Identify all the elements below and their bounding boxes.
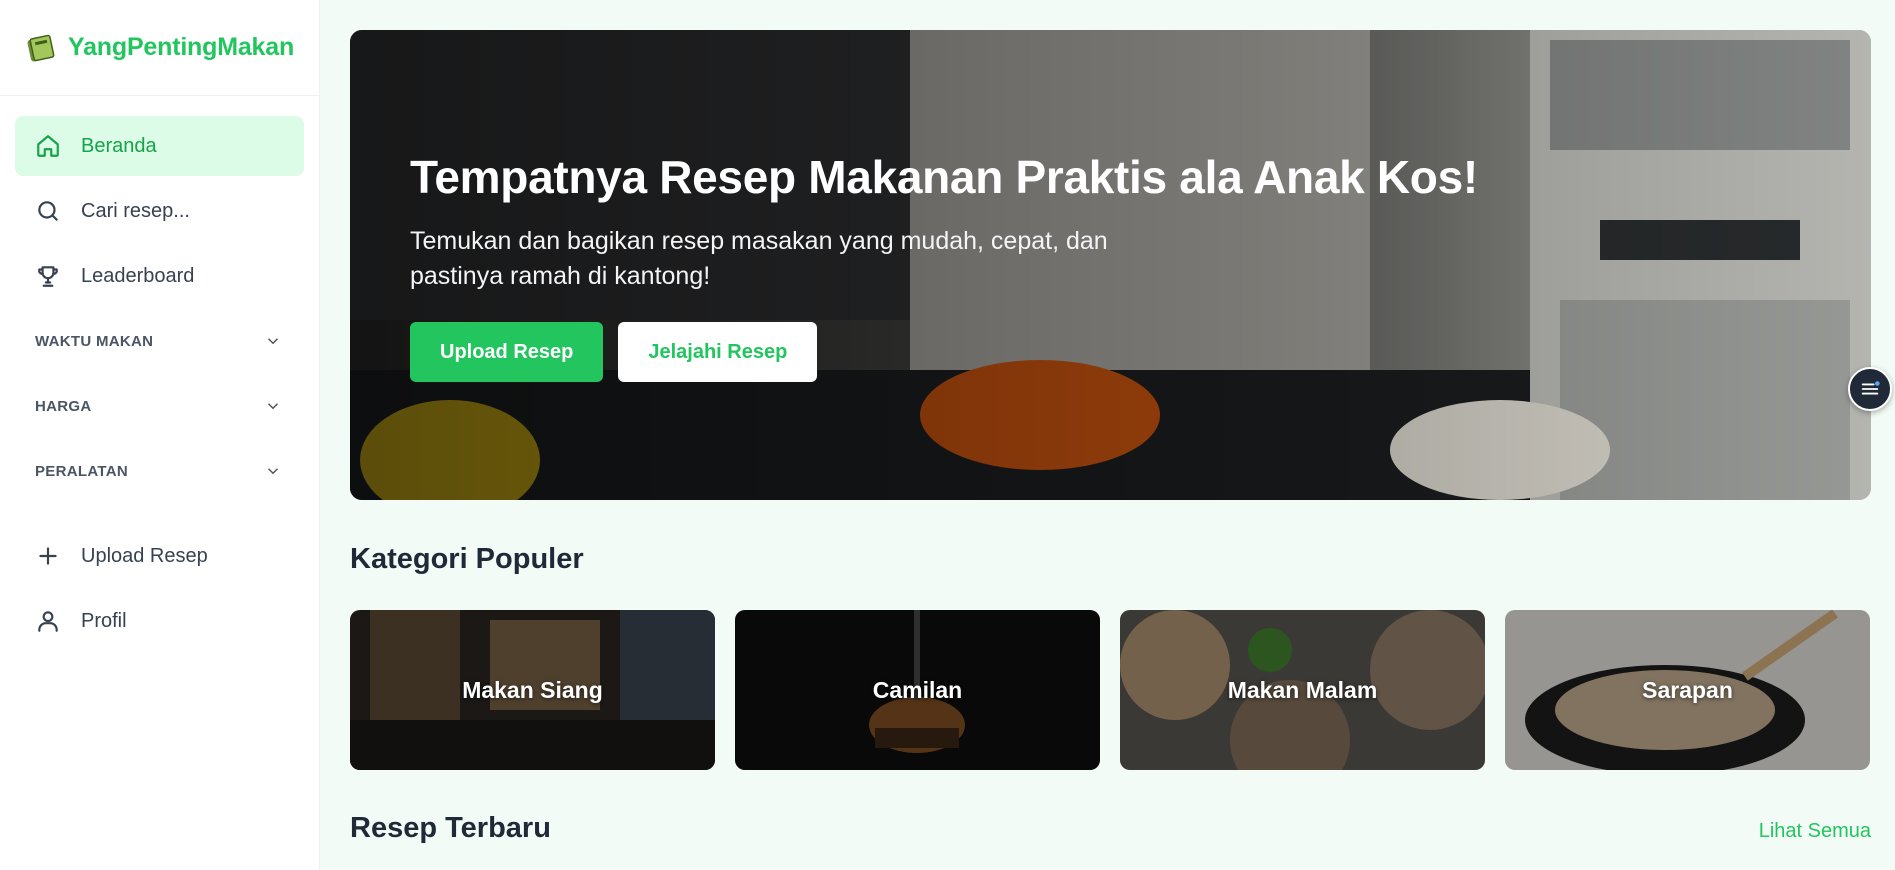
brand-name: YangPentingMakan [68, 33, 295, 61]
sidebar-item-leaderboard[interactable]: Leaderboard [15, 246, 304, 306]
section-label: HARGA [35, 397, 92, 415]
hero-title: Tempatnya Resep Makanan Praktis ala Anak… [410, 151, 1478, 203]
cookbook-logo-icon [27, 34, 55, 61]
menu-icon [1861, 381, 1880, 395]
category-label: Camilan [872, 676, 963, 703]
hero-content: Tempatnya Resep Makanan Praktis ala Anak… [410, 150, 1478, 382]
sidebar-item-beranda[interactable]: Beranda [15, 116, 304, 176]
sidebar-item-label: Beranda [81, 134, 157, 157]
hero-subtitle: Temukan dan bagikan resep masakan yang m… [410, 227, 1108, 290]
chevron-down-icon [267, 338, 279, 345]
user-icon [38, 611, 58, 632]
sidebar-nav: Beranda Cari resep... Leaderboard WAKTU … [0, 96, 319, 651]
lihat-semua-link[interactable]: Lihat Semua [1759, 820, 1871, 843]
section-label: PERALATAN [35, 462, 128, 480]
chevron-down-icon [267, 468, 279, 475]
category-card-camilan[interactable]: Camilan [735, 610, 1100, 770]
sidebar-item-label: Profil [81, 609, 127, 632]
hero-buttons: Upload Resep Jelajahi Resep [410, 322, 1478, 382]
upload-resep-button[interactable]: Upload Resep [410, 322, 604, 382]
jelajahi-resep-button[interactable]: Jelajahi Resep [618, 322, 818, 382]
category-label: Makan Siang [462, 676, 603, 703]
sidebar-item-profil[interactable]: Profil [15, 591, 304, 651]
hero-banner: Tempatnya Resep Makanan Praktis ala Anak… [350, 30, 1871, 500]
category-list: Makan Siang Camilan Makan Malam Sarapan [350, 610, 1870, 770]
sidebar-item-search[interactable]: Cari resep... [15, 181, 304, 241]
sidebar-item-label: Upload Resep [81, 544, 208, 567]
section-label: WAKTU MAKAN [35, 332, 154, 350]
kategori-populer-heading: Kategori Populer [350, 543, 584, 575]
search-icon [38, 201, 58, 221]
resep-terbaru-heading: Resep Terbaru [350, 812, 551, 844]
chevron-down-icon [267, 403, 279, 410]
sidebar: YangPentingMakan Beranda Cari resep... L… [0, 0, 320, 870]
home-icon [37, 135, 59, 157]
sidebar-item-label: Leaderboard [81, 264, 195, 287]
category-card-makan-malam[interactable]: Makan Malam [1120, 610, 1485, 770]
category-card-sarapan[interactable]: Sarapan [1505, 610, 1870, 770]
trophy-icon [38, 266, 58, 287]
section-peralatan[interactable]: PERALATAN [15, 441, 304, 501]
sidebar-item-upload-resep[interactable]: Upload Resep [15, 526, 304, 586]
plus-icon [39, 547, 57, 565]
sidebar-item-label: Cari resep... [81, 199, 190, 222]
category-card-makan-siang[interactable]: Makan Siang [350, 610, 715, 770]
category-label: Makan Malam [1227, 676, 1378, 703]
category-label: Sarapan [1642, 676, 1733, 703]
section-waktu-makan[interactable]: WAKTU MAKAN [15, 311, 304, 371]
floating-menu-button[interactable] [1848, 367, 1892, 411]
brand[interactable]: YangPentingMakan [0, 0, 319, 96]
section-harga[interactable]: HARGA [15, 376, 304, 436]
